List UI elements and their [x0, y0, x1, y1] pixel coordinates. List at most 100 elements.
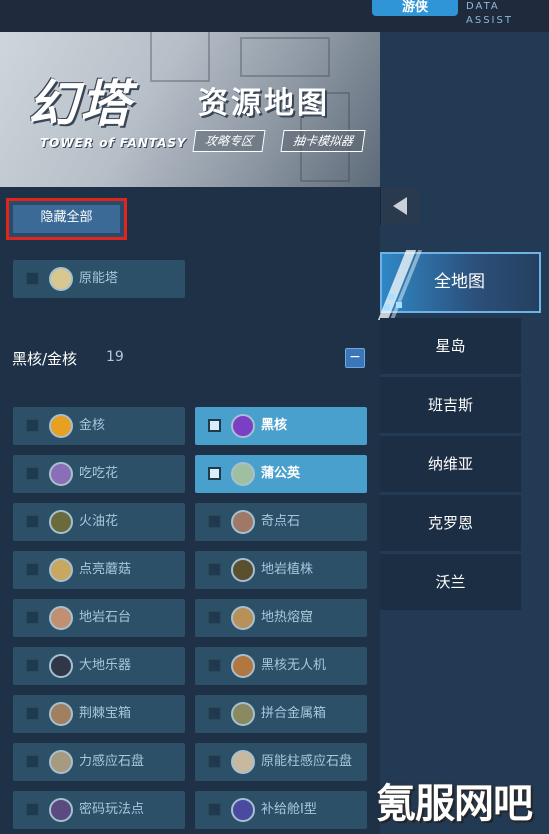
- fire-flower-icon: [49, 510, 73, 534]
- decor-pixel: [384, 304, 390, 310]
- checkbox[interactable]: [26, 467, 39, 480]
- ruin-shape: [150, 32, 210, 82]
- filter-label: 原能塔: [79, 271, 119, 286]
- group-count: 19: [106, 349, 124, 365]
- instrument-icon: [49, 654, 73, 678]
- filter-item[interactable]: 大地乐器: [13, 647, 185, 685]
- filter-item-tower[interactable]: 原能塔: [13, 260, 185, 298]
- filter-item[interactable]: 黑核无人机: [195, 647, 367, 685]
- cipher-icon: [49, 798, 73, 822]
- watermark: 氪服网吧: [376, 781, 533, 827]
- checkbox[interactable]: [26, 659, 39, 672]
- force-disc-icon: [49, 750, 73, 774]
- checkbox[interactable]: [208, 707, 221, 720]
- filter-item[interactable]: 力感应石盘: [13, 743, 185, 781]
- checkbox[interactable]: [208, 659, 221, 672]
- pillar-disc-icon: [231, 750, 255, 774]
- filter-label: 点亮蘑菇: [79, 562, 132, 577]
- checkbox[interactable]: [208, 515, 221, 528]
- filter-item[interactable]: 地热熔窟: [195, 599, 367, 637]
- decor-pixel: [388, 294, 394, 300]
- dandelion-icon: [231, 462, 255, 486]
- filter-item[interactable]: 吃吃花: [13, 455, 185, 493]
- black-core-icon: [231, 414, 255, 438]
- collapse-panel-button[interactable]: [380, 187, 419, 225]
- drone-icon: [231, 654, 255, 678]
- filter-label: 密码玩法点: [79, 802, 145, 817]
- supply-pod-icon: [231, 798, 255, 822]
- filter-label: 荆棘宝箱: [79, 706, 132, 721]
- filter-item[interactable]: 地岩石台: [13, 599, 185, 637]
- rock-plant-icon: [231, 558, 255, 582]
- checkbox[interactable]: [26, 755, 39, 768]
- checkbox[interactable]: [208, 755, 221, 768]
- stone-platform-icon: [49, 606, 73, 630]
- region-item[interactable]: 克罗恩: [380, 495, 521, 551]
- checkbox[interactable]: [26, 563, 39, 576]
- filter-label: 力感应石盘: [79, 754, 145, 769]
- filter-item[interactable]: 地岩植株: [195, 551, 367, 589]
- eating-flower-icon: [49, 462, 73, 486]
- checkbox[interactable]: [26, 272, 39, 285]
- checkbox[interactable]: [26, 803, 39, 816]
- hide-all-button[interactable]: 隐藏全部: [13, 205, 120, 233]
- checkbox[interactable]: [26, 419, 39, 432]
- checkbox[interactable]: [208, 803, 221, 816]
- group-title: 黑核/金核: [12, 350, 78, 368]
- region-item[interactable]: 纳维亚: [380, 436, 521, 492]
- region-all-map[interactable]: 全地图: [377, 250, 541, 320]
- game-subtitle: TOWER of FANTASY: [40, 136, 187, 150]
- game-title: 幻塔: [28, 75, 132, 133]
- filter-label: 大地乐器: [79, 658, 132, 673]
- decor-pixel: [396, 302, 402, 308]
- guide-button[interactable]: 攻略专区: [192, 130, 266, 152]
- region-label: 全地图: [434, 272, 485, 292]
- checkbox[interactable]: [26, 611, 39, 624]
- region-item[interactable]: 沃兰: [380, 554, 521, 610]
- filter-label: 黑核无人机: [261, 658, 327, 673]
- filter-item[interactable]: 蒲公英: [195, 455, 367, 493]
- checkbox[interactable]: [26, 707, 39, 720]
- brand-subtitle: DATA ASSIST: [466, 1, 513, 26]
- gacha-simulator-button[interactable]: 抽卡模拟器: [280, 130, 366, 152]
- filter-item[interactable]: 密码玩法点: [13, 791, 185, 829]
- singularity-stone-icon: [231, 510, 255, 534]
- metal-box-icon: [231, 702, 255, 726]
- region-item[interactable]: 星岛: [380, 318, 521, 374]
- geothermal-icon: [231, 606, 255, 630]
- banner: 幻塔 TOWER of FANTASY 资源地图 攻略专区 抽卡模拟器: [0, 32, 380, 187]
- hide-all-button-highlight[interactable]: 隐藏全部: [6, 198, 127, 240]
- filter-item[interactable]: 奇点石: [195, 503, 367, 541]
- filter-item[interactable]: 黑核: [195, 407, 367, 445]
- filter-item[interactable]: 金核: [13, 407, 185, 445]
- filter-item[interactable]: 原能柱感应石盘: [195, 743, 367, 781]
- filter-label: 黑核: [261, 418, 288, 433]
- filter-label: 吃吃花: [79, 466, 119, 481]
- filter-item[interactable]: 荆棘宝箱: [13, 695, 185, 733]
- filter-label: 原能柱感应石盘: [261, 754, 353, 769]
- filter-item[interactable]: 火油花: [13, 503, 185, 541]
- checkbox[interactable]: [208, 611, 221, 624]
- filter-label: 金核: [79, 418, 106, 433]
- filter-label: 地热熔窟: [261, 610, 314, 625]
- filter-item[interactable]: 点亮蘑菇: [13, 551, 185, 589]
- ruin-shape: [240, 37, 330, 77]
- mushroom-icon: [49, 558, 73, 582]
- checkbox[interactable]: [26, 515, 39, 528]
- filter-label: 地岩植株: [261, 562, 314, 577]
- map-title: 资源地图: [198, 86, 330, 121]
- collapse-button[interactable]: −: [345, 348, 365, 368]
- filter-label: 地岩石台: [79, 610, 132, 625]
- filter-label: 奇点石: [261, 514, 301, 529]
- filter-label: 火油花: [79, 514, 119, 529]
- filter-label: 蒲公英: [261, 466, 301, 481]
- checkbox-checked[interactable]: [208, 467, 221, 480]
- checkbox-checked[interactable]: [208, 419, 221, 432]
- arrow-left-icon: [393, 197, 407, 215]
- checkbox[interactable]: [208, 563, 221, 576]
- region-item[interactable]: 班吉斯: [380, 377, 521, 433]
- brand-logo[interactable]: 游侠: [372, 0, 458, 16]
- filter-label: 补给舱I型: [261, 802, 317, 817]
- filter-item[interactable]: 补给舱I型: [195, 791, 367, 829]
- filter-item[interactable]: 拼合金属箱: [195, 695, 367, 733]
